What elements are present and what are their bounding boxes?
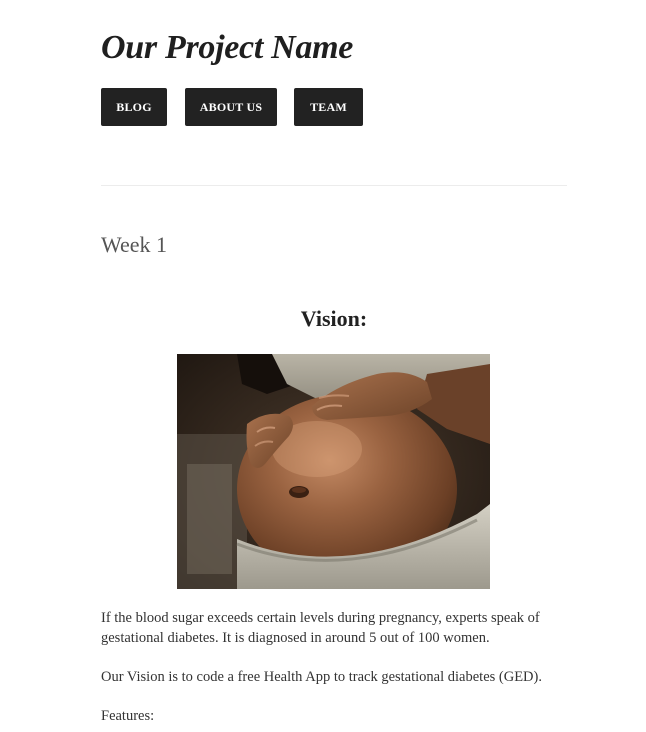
pregnant-belly-photo bbox=[177, 354, 490, 589]
intro-paragraph: If the blood sugar exceeds certain level… bbox=[101, 610, 540, 646]
header-divider bbox=[101, 185, 567, 186]
site-title[interactable]: Our Project Name bbox=[101, 26, 353, 70]
section-heading: Vision: bbox=[300, 306, 368, 331]
nav-blog-button[interactable]: BLOG bbox=[101, 88, 167, 126]
vision-paragraph: Our Vision is to code a free Health App … bbox=[101, 669, 542, 685]
features-label: Features: bbox=[101, 708, 155, 724]
post-title: Week 1 bbox=[101, 232, 168, 257]
nav-about-us-button[interactable]: ABOUT US bbox=[185, 88, 277, 126]
nav-team-button[interactable]: TEAM bbox=[294, 88, 363, 126]
